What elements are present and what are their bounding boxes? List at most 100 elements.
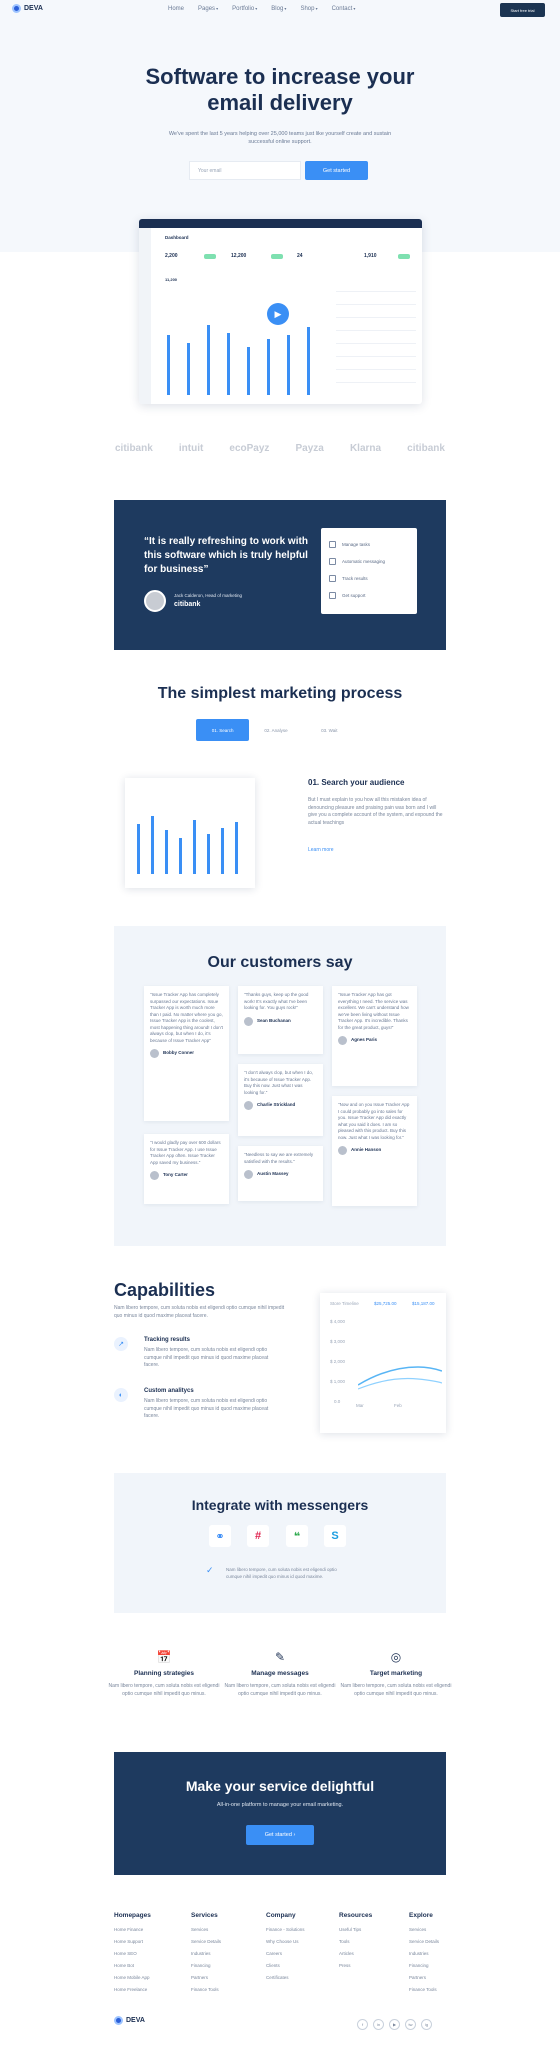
start-trial-button[interactable]: Start free trial <box>500 3 545 17</box>
hero-background <box>0 0 560 252</box>
skype-icon[interactable]: S <box>324 1525 346 1547</box>
footer-logo[interactable]: DEVA <box>114 2016 145 2025</box>
list-item <box>336 292 416 305</box>
youtube-icon[interactable]: ▶ <box>389 2019 400 2030</box>
footer-column: Homepages Home Finance Home Support Home… <box>114 1912 184 1999</box>
customers-section: Our customers say "Issue Tracker App has… <box>114 926 446 1246</box>
footer-link[interactable]: Service Details <box>409 1939 479 1951</box>
partner-logos: citibank intuit ecoPayz Payza Klarna cit… <box>115 443 445 454</box>
avatar <box>144 590 166 612</box>
footer-link[interactable]: Home Freelance <box>114 1987 184 1999</box>
footer-link[interactable]: Partners <box>191 1975 261 1987</box>
footer-link[interactable]: Why Choose Us <box>266 1939 336 1951</box>
footer-link[interactable]: Certificates <box>266 1975 336 1987</box>
chart-bar <box>207 834 210 874</box>
footer-link[interactable]: Home Bot <box>114 1963 184 1975</box>
footer-link[interactable]: Press <box>339 1963 409 1975</box>
nav-home[interactable]: Home <box>168 6 184 12</box>
footer-link[interactable]: Tools <box>339 1939 409 1951</box>
footer-column: Explore Services Service Details Industr… <box>409 1912 479 1999</box>
nav-pages[interactable]: Pages <box>198 6 218 12</box>
footer-link[interactable]: Finance Tools <box>191 1987 261 1999</box>
stat-badge <box>204 254 216 259</box>
tab-search[interactable]: 01. Search <box>196 719 250 741</box>
nav-blog[interactable]: Blog <box>271 6 286 12</box>
footer-link[interactable]: Home Mobile App <box>114 1975 184 1987</box>
dashboard-bar-chart <box>157 275 317 395</box>
footer-link[interactable]: Service Details <box>191 1939 261 1951</box>
cta-title: Make your service delightful <box>185 1778 375 1794</box>
testimonial-text: "I don't always clop, but when I do, it'… <box>244 1070 313 1095</box>
footer-link[interactable]: Services <box>191 1927 261 1939</box>
chart-tick: 0.0 <box>334 1399 341 1404</box>
chart-line <box>358 1366 442 1386</box>
brand-logo[interactable]: DEVA <box>12 4 43 13</box>
footer-link[interactable]: Finance Tools <box>409 1987 479 1999</box>
footer-link[interactable]: Home Finance <box>114 1927 184 1939</box>
chart-bar <box>247 347 250 395</box>
play-video-button[interactable]: ▶ <box>267 303 289 325</box>
feature-card: Manage tasks Automatic messaging Track r… <box>321 528 417 614</box>
list-item <box>336 357 416 370</box>
testimonial-author: Agnes Paris <box>338 1036 411 1045</box>
get-started-button[interactable]: Get started <box>305 161 368 180</box>
tab-wait[interactable]: 03. Wait <box>303 719 356 741</box>
feature-label: Automatic messaging <box>342 559 386 564</box>
footer-link[interactable]: Home SEO <box>114 1951 184 1963</box>
testimonial-author: Annie Hanson <box>338 1146 411 1155</box>
nav-contact[interactable]: Contact <box>332 6 356 12</box>
author-name: Agnes Paris <box>351 1037 378 1043</box>
testimonial-card: "Issue Tracker App has got everything I … <box>332 986 417 1086</box>
nav-shop[interactable]: Shop <box>300 6 317 12</box>
list-item <box>336 305 416 318</box>
capability-title: Custom analitycs <box>144 1388 194 1394</box>
footer-link[interactable]: Industries <box>409 1951 479 1963</box>
footer-link[interactable]: Articles <box>339 1951 409 1963</box>
footer-link[interactable]: Industries <box>191 1951 261 1963</box>
footer-link[interactable]: Finance - Solutions <box>266 1927 336 1939</box>
list-item <box>336 279 416 292</box>
quote-company-logo: citibank <box>174 601 201 608</box>
chat-icon <box>329 558 336 565</box>
nav-portfolio[interactable]: Portfolio <box>232 6 257 12</box>
feature-text: Nam libero tempore, cum soluta nobis est… <box>340 1683 452 1697</box>
dashboard-stat: 2,200 <box>165 253 178 259</box>
chart-bar <box>235 822 238 874</box>
linkedin-icon[interactable]: in <box>373 2019 384 2030</box>
email-input[interactable]: Your email <box>189 161 301 180</box>
list-item <box>336 331 416 344</box>
footer-link[interactable]: Financing <box>191 1963 261 1975</box>
dashboard-topbar <box>139 219 422 228</box>
partner-logo: citibank <box>115 443 153 454</box>
footer-heading: Explore <box>409 1912 433 1919</box>
footer-link[interactable]: Services <box>409 1927 479 1939</box>
avatar <box>244 1101 253 1110</box>
slack-icon[interactable]: # <box>247 1525 269 1547</box>
twitter-icon[interactable]: tw <box>405 2019 416 2030</box>
footer-link[interactable]: Partners <box>409 1975 479 1987</box>
testimonial-card: "Issue Tracker App has completely surpas… <box>144 986 229 1121</box>
learn-more-link[interactable]: Learn more <box>308 847 334 853</box>
footer-link[interactable]: Useful Tips <box>339 1927 409 1939</box>
facebook-icon[interactable]: f <box>357 2019 368 2030</box>
footer-link[interactable]: Clients <box>266 1963 336 1975</box>
instagram-icon[interactable]: ig <box>421 2019 432 2030</box>
cta-get-started-button[interactable]: Get started › <box>246 1825 314 1845</box>
capabilities-title: Capabilities <box>114 1280 216 1300</box>
quote-section: “It is really refreshing to work with th… <box>114 500 446 650</box>
hangouts-icon[interactable]: ❝ <box>286 1525 308 1547</box>
chart-tick: $ 4,000 <box>330 1319 346 1324</box>
top-nav: DEVA Home Pages Portfolio Blog Shop Cont… <box>0 0 560 20</box>
footer-link[interactable]: Careers <box>266 1951 336 1963</box>
brand-name: DEVA <box>24 5 43 12</box>
dashboard-sidebar <box>139 228 151 404</box>
footer-link[interactable]: Financing <box>409 1963 479 1975</box>
footer-link[interactable]: Home Support <box>114 1939 184 1951</box>
messenger-icon[interactable]: ⚭ <box>209 1525 231 1547</box>
testimonial-text: "I would gladly pay over 600 dollars for… <box>150 1140 221 1165</box>
chart-bar <box>221 828 224 874</box>
brand-name: DEVA <box>126 2017 145 2024</box>
tab-analyse[interactable]: 02. Analyse <box>249 719 302 741</box>
chart-bar <box>193 820 196 874</box>
testimonial-card: "Thanks guys, keep up the good work! It'… <box>238 986 323 1054</box>
